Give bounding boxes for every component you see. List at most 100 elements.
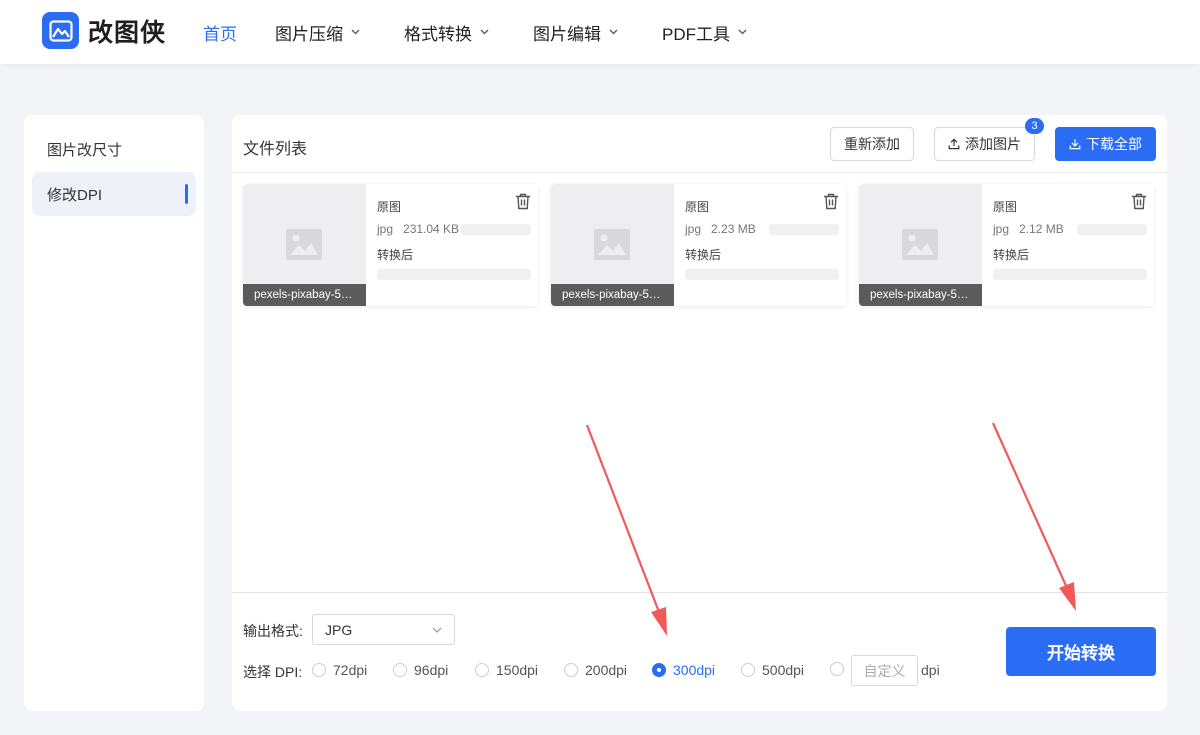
chevron-down-icon bbox=[351, 29, 360, 35]
nav-pdf-tools-label: PDF工具 bbox=[662, 24, 730, 44]
image-count-badge: 3 bbox=[1025, 118, 1044, 134]
chevron-down-icon bbox=[432, 627, 442, 633]
dpi-option-label: 96dpi bbox=[414, 662, 449, 678]
nav-image-compress[interactable]: 图片压缩 bbox=[275, 20, 360, 45]
chevron-down-icon bbox=[480, 29, 489, 35]
converted-info-bar bbox=[685, 269, 839, 280]
sidebar-item-resize[interactable]: 图片改尺寸 bbox=[32, 127, 196, 171]
custom-dpi-input[interactable] bbox=[851, 655, 918, 686]
dpi-option-150[interactable]: 150dpi bbox=[475, 662, 538, 678]
radio-circle bbox=[393, 663, 407, 677]
file-name: pexels-pixabay-5… bbox=[859, 284, 982, 306]
file-thumbnail: pexels-pixabay-5… bbox=[243, 184, 366, 306]
nav-image-edit[interactable]: 图片编辑 bbox=[533, 20, 618, 45]
dpi-option-label: 300dpi bbox=[673, 662, 716, 678]
download-all-button[interactable]: 下载全部 bbox=[1055, 127, 1156, 161]
original-info-bar bbox=[769, 224, 839, 235]
sidebar-item-label: 图片改尺寸 bbox=[47, 141, 123, 159]
file-meta: jpg 231.04 KB bbox=[377, 222, 459, 236]
file-thumbnail: pexels-pixabay-5… bbox=[859, 184, 982, 306]
output-format-label: 输出格式: bbox=[243, 623, 303, 639]
file-name: pexels-pixabay-5… bbox=[243, 284, 366, 306]
original-info-bar bbox=[461, 224, 531, 235]
start-convert-button[interactable]: 开始转换 bbox=[1006, 627, 1156, 676]
chevron-down-icon bbox=[738, 29, 747, 35]
trash-icon[interactable] bbox=[1131, 193, 1147, 210]
nav-home-label: 首页 bbox=[203, 24, 237, 44]
nav-format-convert-label: 格式转换 bbox=[404, 24, 472, 44]
logo-mountain-icon bbox=[42, 12, 79, 49]
radio-circle bbox=[475, 663, 489, 677]
file-ext: jpg bbox=[685, 222, 702, 236]
trash-icon[interactable] bbox=[823, 193, 839, 210]
main-nav: 首页 图片压缩 格式转换 图片编辑 PDF工具 bbox=[203, 0, 791, 64]
panel-title: 文件列表 bbox=[243, 141, 308, 158]
download-icon bbox=[1069, 139, 1081, 150]
top-header: 改图侠 首页 图片压缩 格式转换 图片编辑 PDF工具 bbox=[0, 0, 1200, 64]
divider bbox=[232, 592, 1167, 593]
output-format-value: JPG bbox=[325, 621, 353, 638]
dpi-option-300[interactable]: 300dpi bbox=[652, 662, 715, 678]
start-convert-label: 开始转换 bbox=[1047, 644, 1115, 663]
dpi-option-label: 500dpi bbox=[762, 662, 805, 678]
radio-circle bbox=[741, 663, 755, 677]
re-add-button[interactable]: 重新添加 bbox=[830, 127, 914, 161]
file-ext: jpg bbox=[993, 222, 1010, 236]
trash-icon[interactable] bbox=[515, 193, 531, 210]
file-meta: jpg 2.23 MB bbox=[685, 222, 756, 236]
radio-circle bbox=[564, 663, 578, 677]
dpi-unit-label: dpi bbox=[921, 662, 940, 678]
re-add-label: 重新添加 bbox=[844, 136, 900, 152]
sidebar-item-label: 修改DPI bbox=[47, 186, 103, 204]
nav-image-compress-label: 图片压缩 bbox=[275, 24, 343, 44]
converted-label: 转换后 bbox=[377, 248, 414, 262]
download-all-label: 下载全部 bbox=[1086, 136, 1142, 152]
add-image-button[interactable]: 添加图片 bbox=[934, 127, 1035, 161]
converted-label: 转换后 bbox=[993, 248, 1030, 262]
converted-info-bar bbox=[993, 269, 1147, 280]
nav-home[interactable]: 首页 bbox=[203, 20, 237, 45]
file-panel: 文件列表 重新添加 添加图片 3 下载全部 pexels-pixabay-5… … bbox=[232, 115, 1167, 711]
file-thumbnail: pexels-pixabay-5… bbox=[551, 184, 674, 306]
logo[interactable]: 改图侠 bbox=[42, 12, 166, 49]
nav-pdf-tools[interactable]: PDF工具 bbox=[662, 20, 747, 45]
sidebar: 图片改尺寸 修改DPI bbox=[24, 115, 204, 711]
chevron-down-icon bbox=[609, 29, 618, 35]
file-size: 231.04 KB bbox=[403, 222, 460, 236]
output-format-select[interactable]: JPG bbox=[312, 614, 455, 645]
image-placeholder-icon bbox=[286, 229, 322, 260]
radio-circle-checked bbox=[652, 663, 666, 677]
nav-format-convert[interactable]: 格式转换 bbox=[404, 20, 489, 45]
file-meta: jpg 2.12 MB bbox=[993, 222, 1064, 236]
image-placeholder-icon bbox=[902, 229, 938, 260]
dpi-option-label: 72dpi bbox=[333, 662, 368, 678]
original-label: 原图 bbox=[993, 200, 1018, 214]
dpi-option-200[interactable]: 200dpi bbox=[564, 662, 627, 678]
sidebar-item-modify-dpi[interactable]: 修改DPI bbox=[32, 172, 196, 216]
radio-circle bbox=[312, 663, 326, 677]
divider bbox=[232, 172, 1167, 173]
add-image-label: 添加图片 bbox=[965, 136, 1021, 152]
app-name: 改图侠 bbox=[88, 18, 167, 47]
dpi-option-72[interactable]: 72dpi bbox=[312, 662, 367, 678]
file-card: pexels-pixabay-5… 原图 jpg 2.23 MB 转换后 bbox=[551, 184, 846, 306]
file-card: pexels-pixabay-5… 原图 jpg 2.12 MB 转换后 bbox=[859, 184, 1154, 306]
original-label: 原图 bbox=[377, 200, 402, 214]
dpi-option-96[interactable]: 96dpi bbox=[393, 662, 448, 678]
dpi-option-500[interactable]: 500dpi bbox=[741, 662, 804, 678]
original-label: 原图 bbox=[685, 200, 710, 214]
dpi-option-label: 200dpi bbox=[585, 662, 628, 678]
converted-info-bar bbox=[377, 269, 531, 280]
converted-label: 转换后 bbox=[685, 248, 722, 262]
file-size: 2.12 MB bbox=[1019, 222, 1064, 236]
upload-icon bbox=[948, 138, 960, 150]
file-list: pexels-pixabay-5… 原图 jpg 231.04 KB 转换后 pe… bbox=[243, 184, 1167, 306]
file-name: pexels-pixabay-5… bbox=[551, 284, 674, 306]
dpi-option-label: 150dpi bbox=[496, 662, 539, 678]
file-ext: jpg bbox=[377, 222, 394, 236]
file-size: 2.23 MB bbox=[711, 222, 756, 236]
nav-image-edit-label: 图片编辑 bbox=[533, 24, 601, 44]
dpi-option-custom[interactable] bbox=[830, 662, 851, 676]
image-placeholder-icon bbox=[594, 229, 630, 260]
original-info-bar bbox=[1077, 224, 1147, 235]
